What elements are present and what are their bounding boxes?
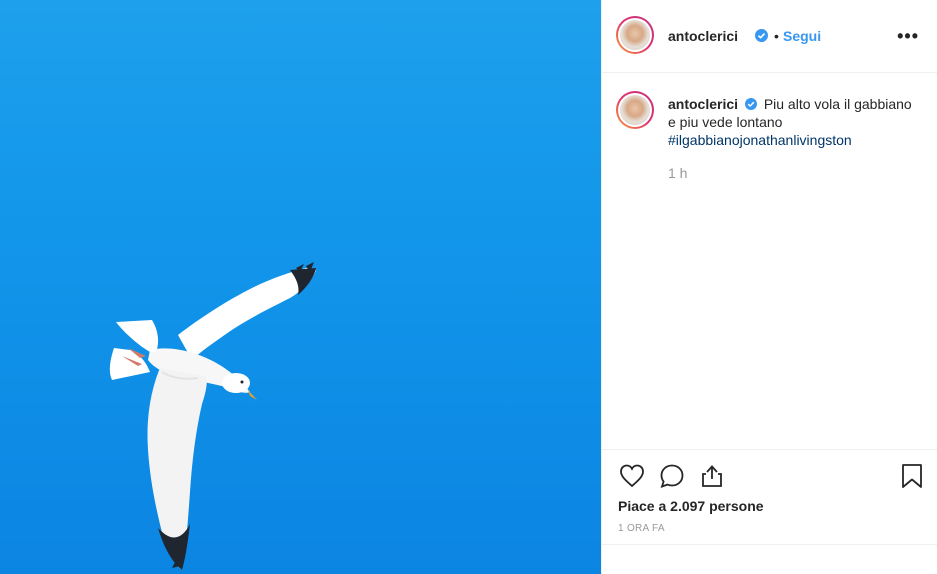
verified-badge-icon <box>744 98 757 110</box>
verified-badge-icon <box>755 29 768 42</box>
post-timestamp: 1 ORA FA <box>618 523 665 534</box>
comment-icon[interactable] <box>658 462 686 490</box>
bookmark-icon[interactable] <box>898 462 926 490</box>
follow-button[interactable]: Segui <box>783 28 821 44</box>
header-username[interactable]: antoclerici <box>668 28 738 44</box>
share-icon[interactable] <box>698 462 726 490</box>
heart-icon[interactable] <box>618 462 646 490</box>
caption-timestamp: 1 h <box>668 165 688 181</box>
more-options-icon[interactable]: ••• <box>897 26 919 47</box>
likes-count[interactable]: Piace a 2.097 persone <box>618 498 764 514</box>
separator-dot: • <box>774 28 779 44</box>
post-actions: Piace a 2.097 persone 1 ORA FA <box>602 449 937 534</box>
caption-avatar[interactable] <box>616 91 654 129</box>
post-side-panel: antoclerici • Segui ••• antoclerici Piu … <box>601 0 937 574</box>
post-image[interactable] <box>0 0 601 574</box>
caption-username[interactable]: antoclerici <box>668 96 738 112</box>
caption-hashtag[interactable]: #ilgabbianojonathanlivingston <box>668 131 918 149</box>
instagram-post: antoclerici • Segui ••• antoclerici Piu … <box>0 0 937 574</box>
post-header: antoclerici • Segui ••• <box>602 0 937 73</box>
seagull-illustration <box>109 262 316 570</box>
profile-avatar[interactable] <box>616 16 654 54</box>
comment-bar[interactable] <box>602 544 937 574</box>
